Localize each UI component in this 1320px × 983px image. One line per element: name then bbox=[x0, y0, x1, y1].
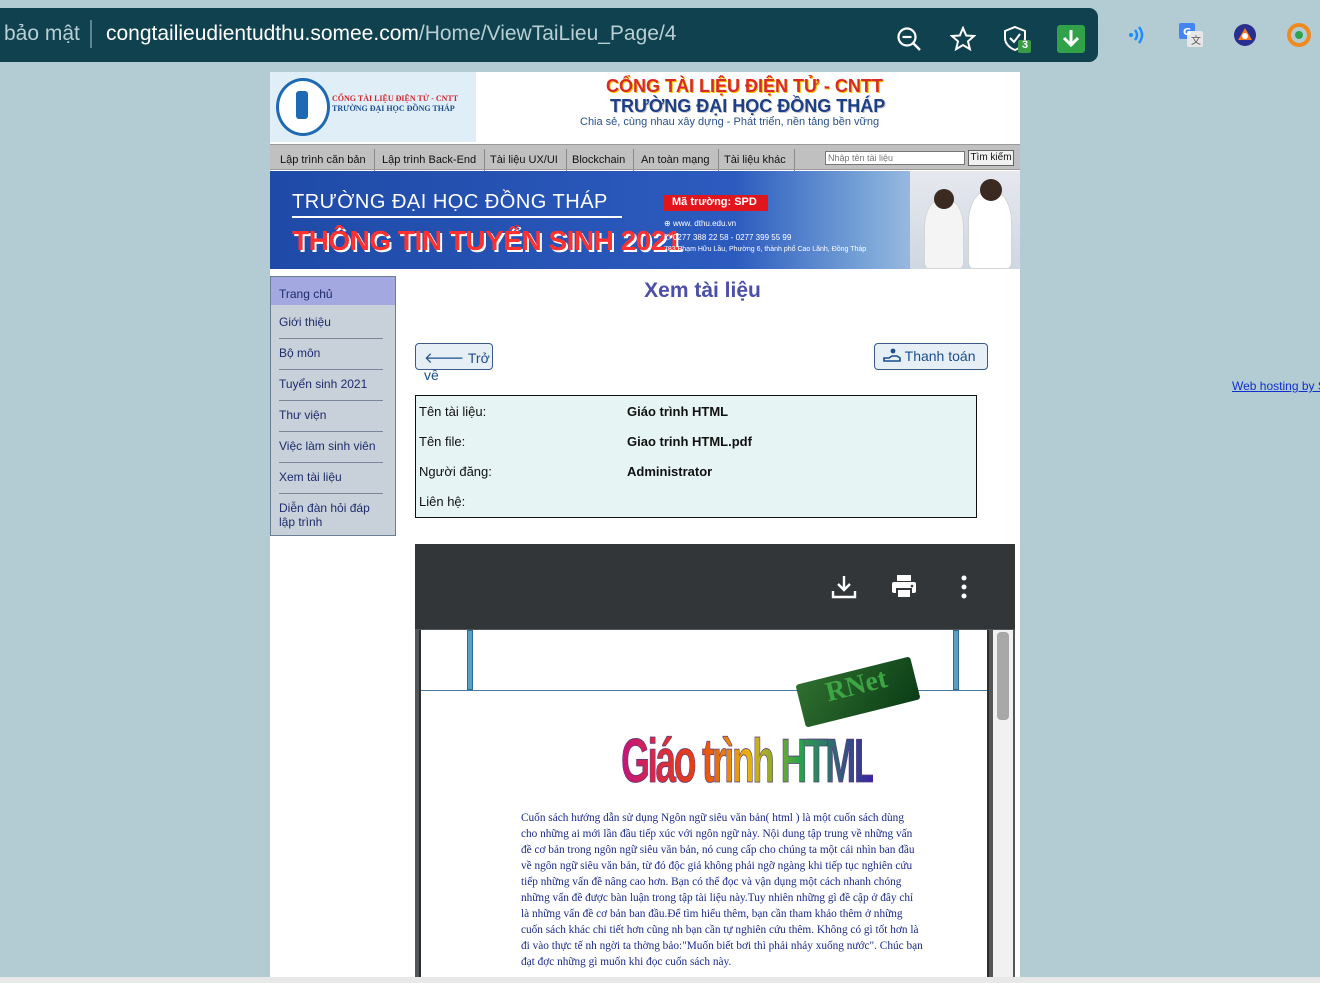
nav-item-back-end[interactable]: Lập trình Back-End bbox=[374, 149, 486, 171]
site-title-line1: CỔNG TÀI LIỆU ĐIỆN TỬ - CNTT bbox=[606, 76, 883, 96]
sidebar-menu: Trang chủ Giới thiệu Bộ môn Tuyển sinh 2… bbox=[270, 276, 396, 536]
sidebar-item-dien-dan[interactable]: Diễn đàn hỏi đáp lập trình bbox=[279, 501, 383, 538]
arrow-left-icon: 🡐 bbox=[424, 350, 465, 367]
page-border-post bbox=[467, 630, 473, 690]
nav-item-ux-ui[interactable]: Tài liệu UX/UI bbox=[482, 149, 567, 171]
banner-website: ⊕ www. dthu.edu.vn bbox=[664, 219, 737, 228]
banner-divider bbox=[292, 216, 622, 218]
extension-ring-icon[interactable] bbox=[1286, 22, 1312, 48]
logo-line2: TRƯỜNG ĐẠI HỌC ĐỒNG THÁP bbox=[332, 104, 455, 113]
payment-button[interactable]: Thanh toán bbox=[874, 343, 988, 370]
sidebar-item-tuyen-sinh[interactable]: Tuyển sinh 2021 bbox=[279, 377, 383, 401]
horizontal-scrollbar[interactable] bbox=[0, 977, 1320, 983]
sidebar-item-xem-tai-lieu[interactable]: Xem tài liệu bbox=[279, 470, 383, 494]
wordart-title-text: Giáo trình HTML bbox=[621, 726, 873, 795]
hand-coin-icon bbox=[883, 348, 901, 362]
wordart-title: Giáo trình HTML bbox=[621, 720, 879, 814]
svg-text:G: G bbox=[1183, 27, 1191, 38]
extension-fox-icon[interactable] bbox=[1232, 22, 1258, 48]
sidebar-item-gioi-thieu[interactable]: Giới thiệu bbox=[279, 315, 383, 339]
read-aloud-icon[interactable] bbox=[1124, 22, 1150, 48]
url-field[interactable]: congtailieudientudthu.somee.com/Home/Vie… bbox=[106, 22, 676, 46]
svg-text:文: 文 bbox=[1191, 34, 1201, 47]
banner-line2: THÔNG TIN TUYỂN SINH 2021 bbox=[292, 225, 681, 256]
info-value-ten-tai-lieu: Giáo trình HTML bbox=[627, 404, 729, 419]
pdf-page: RNet Giáo trình HTML Cuốn sách hướng dẫn… bbox=[419, 630, 989, 977]
banner-website-text: www. dthu.edu.vn bbox=[672, 219, 737, 228]
search-button[interactable]: Tìm kiếm bbox=[968, 150, 1014, 166]
site-slogan: Chia sẻ, cùng nhau xây dựng - Phát triển… bbox=[580, 116, 880, 128]
zoom-out-icon[interactable] bbox=[895, 25, 923, 53]
top-navigation: Lập trình căn bản Lập trình Back-End Tài… bbox=[270, 144, 1020, 171]
banner-address: 783 Phạm Hữu Lầu, Phường 6, thành phố Ca… bbox=[664, 246, 867, 253]
nav-item-an-toan-mang[interactable]: An toàn mạng bbox=[633, 149, 719, 171]
translate-icon[interactable]: G文 bbox=[1178, 22, 1204, 48]
info-value-ten-file: Giao trinh HTML.pdf bbox=[627, 434, 752, 449]
student-head bbox=[980, 179, 1002, 201]
document-info-table: Tên tài liệu: Giáo trình HTML Tên file: … bbox=[415, 395, 977, 518]
rnet-3d-logo: RNet bbox=[795, 656, 921, 728]
admission-banner[interactable]: TRƯỜNG ĐẠI HỌC ĐỒNG THÁP THÔNG TIN TUYỂN… bbox=[270, 171, 1020, 269]
page-container: CỔNG TÀI LIỆU ĐIỆN TỬ - CNTT TRƯỜNG ĐẠI … bbox=[270, 72, 1020, 977]
sidebar-item-thu-vien[interactable]: Thư viện bbox=[279, 408, 383, 432]
shield-extension-icon[interactable]: 3 bbox=[1003, 25, 1031, 53]
print-icon[interactable] bbox=[889, 572, 919, 602]
info-value-nguoi-dang: Administrator bbox=[627, 464, 713, 479]
nav-item-tai-lieu-khac[interactable]: Tài liệu khác bbox=[716, 149, 795, 171]
download-icon[interactable] bbox=[1057, 25, 1085, 53]
info-label-ten-file: Tên file: bbox=[419, 434, 466, 449]
payment-button-label: Thanh toán bbox=[904, 348, 976, 364]
nav-item-blockchain[interactable]: Blockchain bbox=[564, 149, 635, 171]
back-button[interactable]: 🡐 Trở về bbox=[415, 343, 493, 383]
info-label-ten-tai-lieu: Tên tài liệu: bbox=[419, 404, 487, 419]
info-label-lien-he: Liên hệ: bbox=[419, 494, 466, 509]
web-hosting-link[interactable]: Web hosting by S bbox=[1232, 379, 1320, 393]
banner-students-photo bbox=[910, 171, 1020, 269]
university-emblem bbox=[276, 78, 330, 136]
more-options-icon[interactable] bbox=[949, 572, 979, 602]
page-border-post bbox=[953, 630, 959, 690]
url-separator bbox=[90, 20, 92, 48]
site-logo[interactable]: CỔNG TÀI LIỆU ĐIỆN TỬ - CNTT TRƯỜNG ĐẠI … bbox=[270, 72, 476, 142]
pdf-scrollbar[interactable] bbox=[993, 630, 1013, 977]
site-title-line2: TRƯỜNG ĐẠI HỌC ĐỒNG THÁP bbox=[610, 96, 886, 116]
shield-badge: 3 bbox=[1022, 39, 1029, 51]
url-host: congtailieudientudthu.somee.com bbox=[106, 22, 419, 45]
student-head bbox=[934, 189, 954, 209]
wordart-title-graphic: Giáo trình HTML bbox=[621, 726, 879, 796]
sidebar-item-trang-chu[interactable]: Trang chủ bbox=[279, 287, 383, 310]
sidebar-item-bo-mon[interactable]: Bộ môn bbox=[279, 346, 383, 370]
pdf-toolbar bbox=[415, 544, 1015, 629]
bookmark-star-icon[interactable] bbox=[949, 25, 977, 53]
banner-phone-text: 0277 388 22 58 - 0277 399 55 99 bbox=[672, 233, 792, 242]
banner-line1: TRƯỜNG ĐẠI HỌC ĐỒNG THÁP bbox=[292, 191, 608, 213]
pdf-scrollbar-thumb[interactable] bbox=[997, 632, 1009, 720]
url-path: /Home/ViewTaiLieu_Page/4 bbox=[418, 22, 677, 45]
security-label[interactable]: bảo mật bbox=[4, 22, 80, 46]
search-input[interactable] bbox=[825, 151, 965, 165]
info-label-nguoi-dang: Người đăng: bbox=[419, 464, 492, 479]
page-title: Xem tài liệu bbox=[644, 279, 761, 302]
student-figure bbox=[924, 199, 964, 269]
download-icon[interactable] bbox=[829, 572, 859, 602]
browser-address-bar: bảo mật congtailieudientudthu.somee.com/… bbox=[0, 8, 1098, 62]
banner-school-code: Mã trường: SPD bbox=[664, 195, 768, 211]
banner-phone: ✆ 0277 388 22 58 - 0277 399 55 99 bbox=[664, 233, 792, 242]
logo-line1: CỔNG TÀI LIỆU ĐIỆN TỬ - CNTT bbox=[332, 94, 459, 103]
pdf-body-text: Cuốn sách hướng dẫn sử dụng Ngôn ngữ siê… bbox=[521, 812, 923, 968]
student-figure bbox=[968, 191, 1012, 269]
pdf-viewer[interactable]: RNet Giáo trình HTML Cuốn sách hướng dẫn… bbox=[415, 544, 1015, 977]
sidebar-item-viec-lam[interactable]: Việc làm sinh viên bbox=[279, 439, 383, 463]
nav-item-lap-trinh-can-ban[interactable]: Lập trình căn bản bbox=[272, 149, 375, 171]
